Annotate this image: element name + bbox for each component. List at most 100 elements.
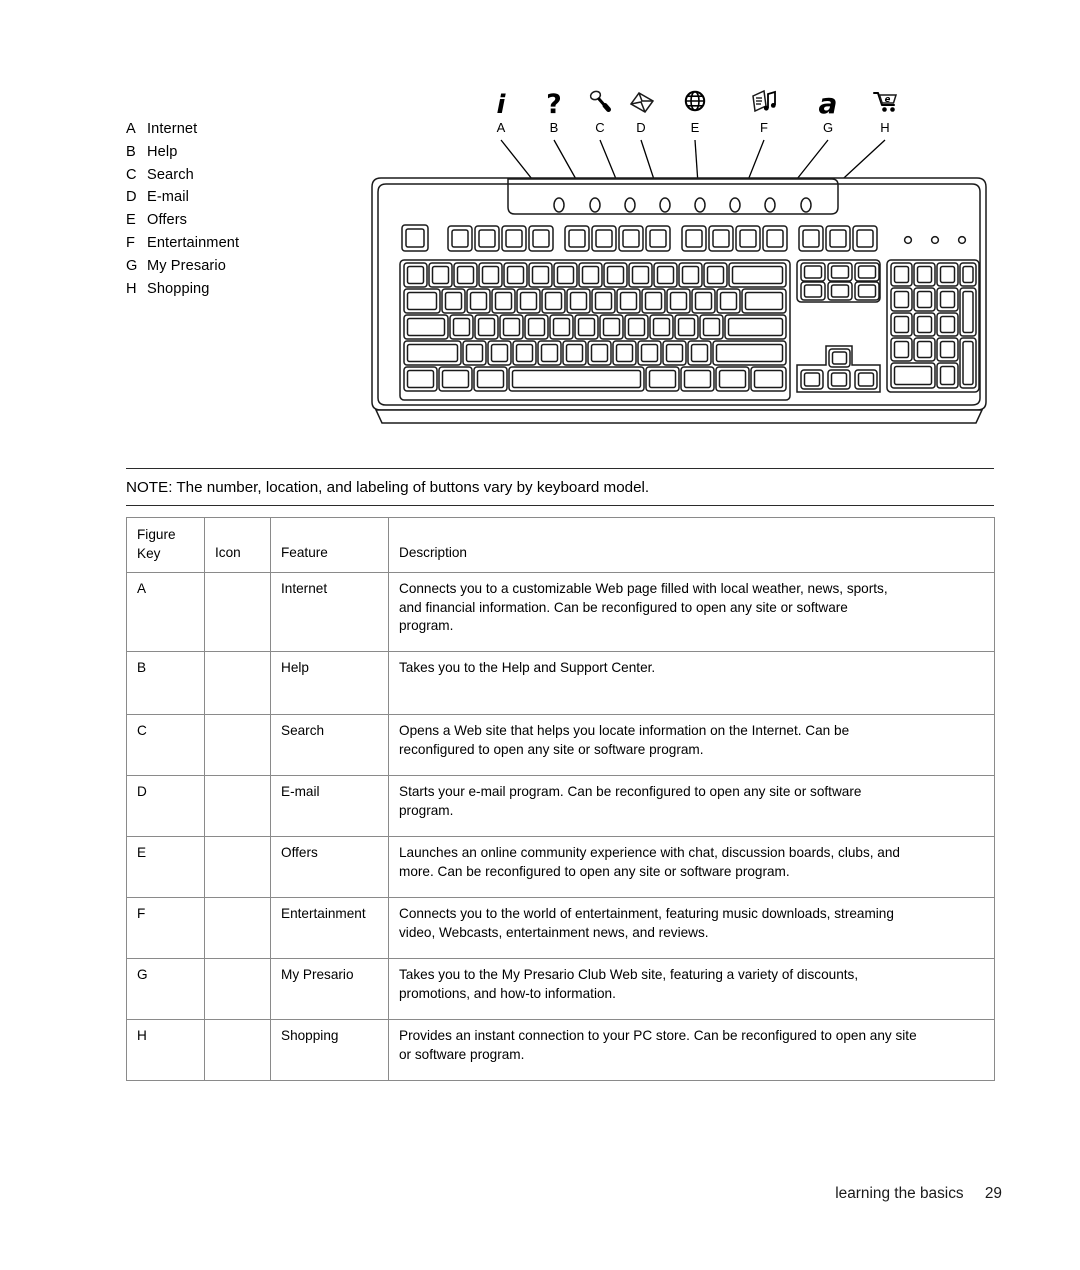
- shopping-cart-icon: e: [873, 92, 898, 112]
- cell-icon: [204, 572, 271, 653]
- legend-label: Help: [147, 143, 178, 160]
- legend-key: E: [126, 212, 136, 229]
- list-item: G My Presario: [126, 255, 356, 278]
- cell-description: Provides an instant connection to your P…: [388, 1019, 995, 1082]
- legend-key: C: [126, 166, 137, 183]
- special-button-email: [659, 197, 671, 213]
- stylized-a-icon: a: [819, 87, 838, 120]
- cell-feature: E-mail: [270, 775, 389, 838]
- keyboard-row-modifiers: [403, 366, 787, 392]
- figure-key-labels: A B C D E F G H: [497, 120, 890, 135]
- cell-icon: [204, 775, 271, 838]
- special-button-entertainment: [729, 197, 741, 213]
- special-button-my-presario: [764, 197, 776, 213]
- cell-description: Takes you to the Help and Support Center…: [388, 651, 995, 716]
- cell-feature: Internet: [270, 572, 389, 653]
- figure-legend-list: A Internet B Help C Search D E-mail E Of…: [126, 118, 356, 300]
- svg-text:?: ?: [546, 89, 562, 120]
- footer-page-number: 29: [984, 1185, 1002, 1202]
- cell-icon: [204, 714, 271, 777]
- cell-feature: Entertainment: [270, 897, 389, 960]
- feature-table: Figure Key Icon Feature Description A In…: [126, 516, 995, 1082]
- cell-icon: [204, 651, 271, 716]
- figure-key-label: F: [760, 120, 768, 135]
- legend-key: D: [126, 189, 137, 206]
- list-item: B Help: [126, 141, 356, 164]
- cell-figure-key: E: [126, 836, 205, 899]
- column-header-feature: Feature: [270, 516, 389, 574]
- cell-feature: Shopping: [270, 1019, 389, 1082]
- figure-key-label: A: [497, 120, 506, 135]
- legend-key: A: [126, 121, 136, 137]
- column-header-icon: Icon: [204, 516, 271, 574]
- keyboard-row-home: [403, 314, 787, 340]
- magnifying-glass-icon: [589, 90, 611, 112]
- legend-key: H: [126, 280, 137, 297]
- legend-key: B: [126, 143, 136, 160]
- cell-feature: Search: [270, 714, 389, 777]
- special-button-internet: [553, 197, 565, 213]
- table-row: C Search Opens a Web site that helps you…: [126, 714, 995, 777]
- cell-figure-key: C: [126, 714, 205, 777]
- scroll-lock-led: [957, 235, 967, 245]
- music-note-page-icon: [752, 89, 776, 113]
- cell-feature: Offers: [270, 836, 389, 899]
- legend-label: Entertainment: [147, 234, 240, 251]
- cell-description: Connects you to a customizable Web page …: [388, 572, 995, 653]
- figure-key-label: H: [880, 120, 889, 135]
- list-item: D E-mail: [126, 186, 356, 209]
- list-item: H Shopping: [126, 278, 356, 301]
- figure-key-label: B: [550, 120, 559, 135]
- cell-icon: [204, 897, 271, 960]
- question-mark-icon: ?: [546, 89, 562, 120]
- envelope-icon: [629, 92, 655, 113]
- cell-figure-key: H: [126, 1019, 205, 1082]
- keyboard-row-bottom-letters: [403, 340, 787, 366]
- figure-key-label: E: [691, 120, 700, 135]
- svg-text:a: a: [819, 87, 838, 120]
- legend-key: F: [126, 234, 136, 251]
- page-footer: learning the basics 29: [835, 1183, 1002, 1205]
- footer-section-title: learning the basics: [835, 1185, 964, 1202]
- list-item: F Entertainment: [126, 232, 356, 255]
- cell-figure-key: B: [126, 651, 205, 716]
- legend-label: Internet: [147, 121, 198, 137]
- globe-icon: [684, 90, 706, 112]
- numeric-keypad: [886, 259, 980, 393]
- note-text: NOTE: The number, location, and labeling…: [126, 479, 650, 496]
- list-item: E Offers: [126, 209, 356, 232]
- table-row: A Internet Connects you to a customizabl…: [126, 572, 995, 653]
- cell-icon: [204, 836, 271, 899]
- cell-feature: My Presario: [270, 958, 389, 1021]
- keyboard-row-qwerty: [403, 288, 787, 314]
- info-i-icon: i: [497, 90, 507, 120]
- svg-text:i: i: [497, 90, 507, 120]
- legend-label: My Presario: [147, 257, 226, 274]
- legend-label: Search: [147, 166, 194, 183]
- column-header-figure-key: Figure Key: [126, 516, 205, 574]
- note-rule-top: [126, 468, 994, 469]
- svg-text:e: e: [885, 95, 891, 105]
- special-button-offers: [694, 197, 706, 213]
- keyboard-figure: .kl { fill:none; stroke:#1a1a1a; stroke-…: [360, 80, 1010, 450]
- table-row: H Shopping Provides an instant connectio…: [126, 1019, 995, 1082]
- keyboard-diagram-svg: .kl { fill:none; stroke:#1a1a1a; stroke-…: [371, 87, 987, 424]
- cell-figure-key: A: [126, 572, 205, 653]
- table-row: E Offers Launches an online community ex…: [126, 836, 995, 899]
- cell-feature: Help: [270, 651, 389, 716]
- cell-figure-key: G: [126, 958, 205, 1021]
- note-rule-bottom: [126, 505, 994, 506]
- table-row: B Help Takes you to the Help and Support…: [126, 651, 995, 716]
- cell-figure-key: D: [126, 775, 205, 838]
- figure-icon-row: i ? a e: [497, 87, 898, 120]
- list-item: C Search: [126, 164, 356, 187]
- figure-key-label: G: [823, 120, 833, 135]
- cell-description: Takes you to the My Presario Club Web si…: [388, 958, 995, 1021]
- figure-key-label: D: [636, 120, 645, 135]
- special-button-search: [624, 197, 636, 213]
- legend-label: Offers: [147, 212, 188, 229]
- legend-key: G: [126, 257, 138, 274]
- cell-figure-key: F: [126, 897, 205, 960]
- num-lock-led: [903, 235, 913, 245]
- cell-icon: [204, 1019, 271, 1082]
